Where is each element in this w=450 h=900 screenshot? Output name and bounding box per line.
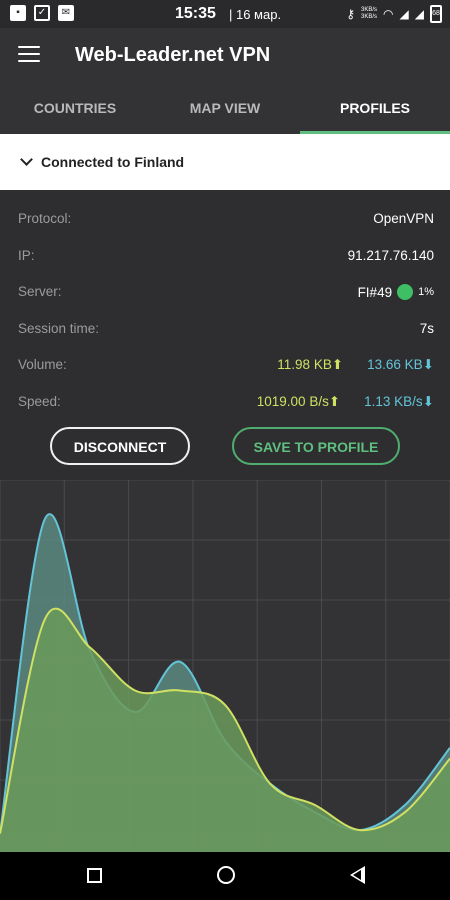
info-row-server: Server: FI#49 1% — [0, 273, 450, 310]
volume-down: 13.66 KB — [367, 357, 423, 372]
status-bar: ▪ ✓ ✉ 15:35 | 16 мар. ⚷ 3KB/s 3KB/s ◠ ◢ … — [0, 0, 450, 28]
app-title: Web-Leader.net VPN — [75, 44, 271, 66]
recent-apps-icon[interactable] — [87, 868, 102, 883]
app-bar: Web-Leader.net VPN — [0, 28, 450, 82]
speed-values: 1019.00 B/s⬆ 1.13 KB/s⬇ — [257, 394, 434, 410]
tab-profiles[interactable]: PROFILES — [300, 82, 450, 134]
info-row-session: Session time: 7s — [0, 310, 450, 347]
battery-icon: 68 — [430, 5, 442, 23]
speed-up-group: 1019.00 B/s⬆ — [257, 394, 340, 410]
speed-up: 1019.00 B/s — [256, 393, 329, 409]
ip-value: 91.217.76.140 — [347, 247, 434, 263]
connection-status-header[interactable]: Connected to Finland — [0, 134, 450, 190]
date: | 16 мар. — [229, 7, 282, 22]
ip-label: IP: — [18, 247, 35, 263]
arrow-up-icon: ⬆ — [328, 393, 341, 409]
server-value-group: FI#49 1% — [358, 284, 434, 300]
app-screen: ▪ ✓ ✉ 15:35 | 16 мар. ⚷ 3KB/s 3KB/s ◠ ◢ … — [0, 0, 450, 900]
system-icons: ⚷ 3KB/s 3KB/s ◠ ◢ ◢ 68 — [346, 5, 442, 23]
traffic-graph-svg — [0, 479, 450, 852]
tab-countries[interactable]: COUNTRIES — [0, 82, 150, 134]
clock: 15:35 — [175, 5, 216, 22]
arrow-down-icon: ⬇ — [422, 357, 434, 372]
disconnect-button[interactable]: DISCONNECT — [50, 427, 190, 465]
home-icon[interactable] — [217, 866, 235, 884]
protocol-label: Protocol: — [18, 211, 72, 226]
info-row-protocol: Protocol: OpenVPN — [0, 200, 450, 237]
hamburger-menu-icon[interactable] — [18, 46, 40, 64]
volume-down-group: 13.66 KB⬇ — [367, 357, 434, 373]
signal-icon-2: ◢ — [414, 7, 424, 21]
server-load-dot-icon — [397, 284, 414, 300]
connection-info: Protocol: OpenVPN IP: 91.217.76.140 Serv… — [0, 200, 450, 419]
tab-bar: COUNTRIES MAP VIEW PROFILES — [0, 82, 450, 134]
upload-series-area — [0, 608, 450, 852]
save-to-profile-button[interactable]: SAVE TO PROFILE — [232, 427, 400, 465]
notification-icons: ▪ ✓ ✉ — [10, 5, 74, 21]
arrow-up-icon: ⬆ — [331, 357, 344, 372]
wifi-icon: ◠ — [383, 7, 394, 21]
signal-icon: ◢ — [399, 7, 409, 21]
chevron-down-icon — [20, 153, 33, 166]
network-speed: 3KB/s 3KB/s — [361, 7, 377, 21]
server-load: 1% — [418, 286, 434, 298]
app-notification-icon: ▪ — [10, 5, 26, 21]
system-nav-bar — [0, 852, 450, 900]
net-speed-up: 3KB/s — [361, 7, 378, 13]
speed-down-group: 1.13 KB/s⬇ — [364, 394, 434, 410]
info-row-ip: IP: 91.217.76.140 — [0, 237, 450, 274]
server-value: FI#49 — [357, 284, 393, 300]
speed-label: Speed: — [18, 393, 61, 409]
protocol-value: OpenVPN — [373, 211, 434, 226]
volume-values: 11.98 KB⬆ 13.66 KB⬇ — [277, 357, 434, 373]
tab-map-view[interactable]: MAP VIEW — [150, 82, 300, 134]
net-speed-down: 3KB/s — [361, 14, 378, 20]
traffic-graph — [0, 479, 450, 852]
server-label: Server: — [18, 284, 62, 299]
mail-icon: ✉ — [58, 5, 74, 21]
volume-up: 11.98 KB — [277, 357, 332, 372]
back-icon[interactable] — [350, 866, 365, 884]
session-value: 7s — [419, 320, 434, 336]
session-label: Session time: — [18, 320, 100, 336]
connection-status-text: Connected to Finland — [41, 154, 185, 170]
arrow-down-icon: ⬇ — [422, 393, 434, 409]
volume-up-group: 11.98 KB⬆ — [277, 357, 343, 373]
info-row-speed: Speed: 1019.00 B/s⬆ 1.13 KB/s⬇ — [0, 383, 450, 420]
key-icon: ⚷ — [346, 7, 356, 21]
speed-down: 1.13 KB/s — [364, 393, 423, 409]
info-row-volume: Volume: 11.98 KB⬆ 13.66 KB⬇ — [0, 346, 450, 383]
volume-label: Volume: — [18, 357, 67, 372]
shield-check-icon: ✓ — [34, 5, 50, 21]
